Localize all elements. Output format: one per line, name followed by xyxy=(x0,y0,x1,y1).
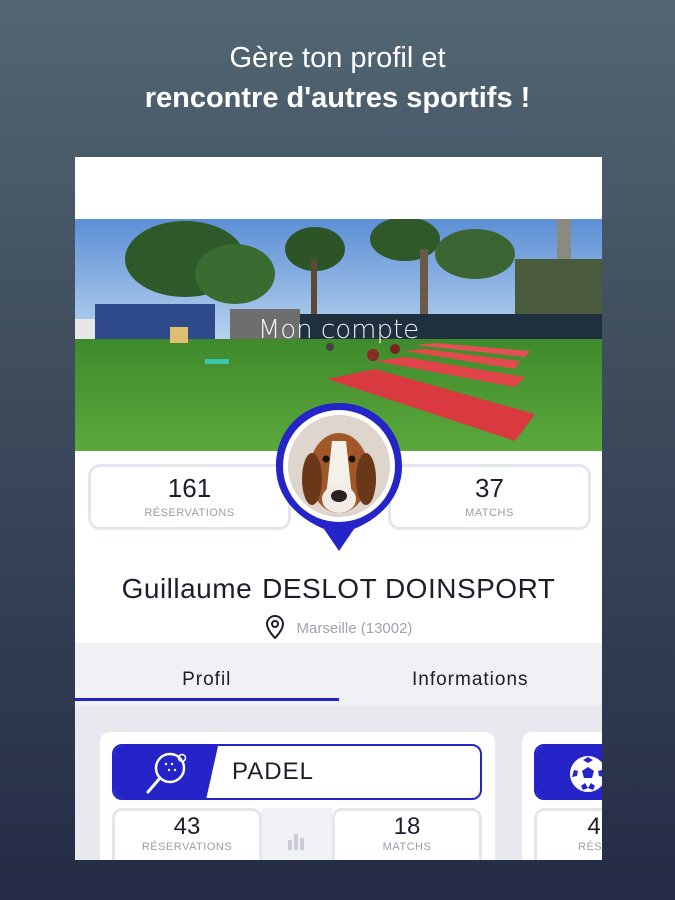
headline-line-1: Gère ton profil et xyxy=(229,42,446,74)
sport-icon-box-football xyxy=(536,746,602,798)
reservations-label: RÉSERVATIONS xyxy=(144,507,235,519)
avatar[interactable] xyxy=(272,401,406,555)
first-name: Guillaume xyxy=(121,573,253,604)
bar-chart-icon xyxy=(288,834,304,850)
padel-reservations-label: RÉSERVATIONS xyxy=(141,841,233,853)
phone-screen: Mon compte 161 RÉSERVATIONS 37 MATCHS Gu… xyxy=(75,157,602,860)
sport-name: PADEL xyxy=(232,758,314,785)
padel-racket-icon xyxy=(146,752,187,794)
location-text: Marseille (13002) xyxy=(296,620,413,637)
football-reservations-count: 4 xyxy=(587,813,601,840)
sport-icon-box xyxy=(114,746,218,798)
avatar-pin-icon xyxy=(276,403,402,551)
matchs-label: MATCHS xyxy=(465,507,514,519)
sport-header: PADEL xyxy=(112,744,482,800)
sports-carousel[interactable]: PADEL 43 RÉSERVATIONS 18 MATCHS 4 RÉS xyxy=(75,705,602,860)
tab-informations[interactable]: Informations xyxy=(339,643,603,705)
padel-reservations-stat: 43 RÉSERVATIONS xyxy=(112,808,262,860)
reservations-count: 161 xyxy=(167,473,212,503)
sport-card-padel[interactable]: PADEL 43 RÉSERVATIONS 18 MATCHS xyxy=(100,732,495,860)
padel-matchs-count: 18 xyxy=(393,813,421,840)
page-title: Mon compte xyxy=(257,315,420,345)
reservations-stat: 161 RÉSERVATIONS xyxy=(88,464,291,530)
user-location: Marseille (13002) xyxy=(75,614,602,640)
stats-divider xyxy=(262,808,332,860)
padel-matchs-stat: 18 MATCHS xyxy=(332,808,482,860)
sport-header-football xyxy=(534,744,602,800)
football-icon xyxy=(570,756,602,792)
football-reservations-stat: 4 RÉSE xyxy=(534,808,602,860)
sport-card-football[interactable]: 4 RÉSE xyxy=(522,732,602,860)
profile-tabs: Profil Informations xyxy=(75,643,602,705)
tab-profil[interactable]: Profil xyxy=(75,643,339,705)
headline-line-2: rencontre d'autres sportifs ! xyxy=(144,82,531,114)
promo-headline: Gère ton profil et rencontre d'autres sp… xyxy=(0,38,675,118)
padel-matchs-label: MATCHS xyxy=(382,841,432,853)
user-name: Guillaume DESLOT DOINSPORT xyxy=(75,573,602,605)
football-reservations-label: RÉSE xyxy=(578,841,602,853)
last-name: DESLOT DOINSPORT xyxy=(262,573,556,604)
padel-reservations-count: 43 xyxy=(173,813,201,840)
matchs-stat: 37 MATCHS xyxy=(388,464,591,530)
location-pin-icon xyxy=(265,614,284,640)
matchs-count: 37 xyxy=(475,473,504,503)
